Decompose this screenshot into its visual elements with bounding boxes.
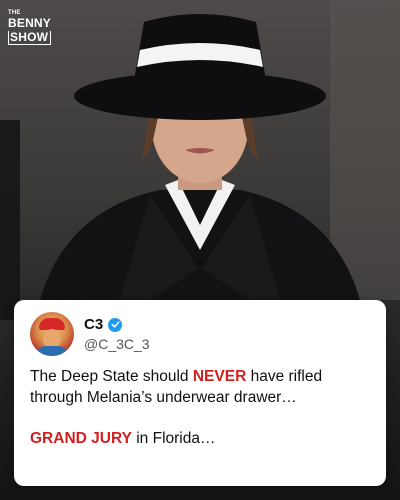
post-body: The Deep State should NEVER have rifled … (30, 366, 375, 449)
post-paragraph-2: GRAND JURY in Florida… (30, 428, 375, 449)
brand-logo: THE BENNY SHOW (8, 10, 52, 45)
verified-badge-icon (108, 317, 123, 332)
post-author-handle[interactable]: @C_3C_3 (84, 336, 150, 352)
post-line2-emphasis: GRAND JURY (30, 430, 132, 447)
post-paragraph-1: The Deep State should NEVER have rifled … (30, 366, 375, 408)
post-author-name[interactable]: C3 (84, 316, 103, 333)
post-line1-emphasis: NEVER (192, 368, 247, 385)
brand-logo-line1: BENNY (8, 16, 52, 30)
post-line2-post: in Florida… (131, 430, 216, 447)
avatar-shirt (36, 346, 68, 356)
post-line1-pre: The Deep State should (30, 368, 193, 385)
post-author-row: C3 (84, 316, 123, 333)
brand-logo-line2: SHOW (8, 31, 52, 45)
post-card: C3 @C_3C_3 The Deep State should NEVER h… (14, 300, 386, 486)
avatar[interactable] (30, 312, 74, 356)
